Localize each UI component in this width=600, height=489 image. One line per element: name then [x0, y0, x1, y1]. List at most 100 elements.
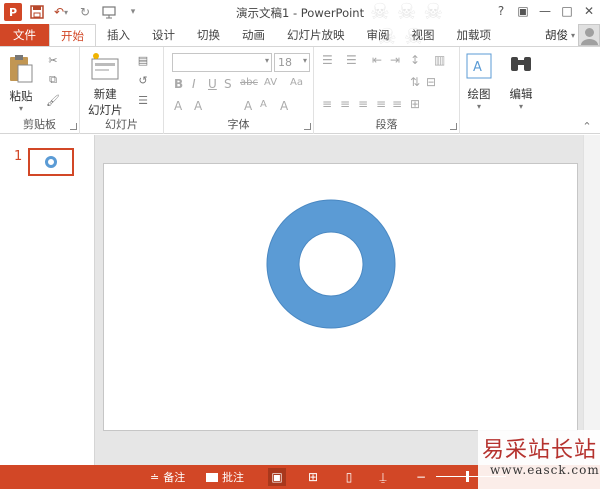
- tab-file[interactable]: 文件: [0, 24, 49, 46]
- present-icon[interactable]: [100, 3, 118, 21]
- tab-addins[interactable]: 加载项: [446, 24, 503, 46]
- normal-view-icon[interactable]: ▣: [268, 468, 286, 486]
- chevron-down-icon: ▾: [570, 30, 575, 40]
- highlight-icon[interactable]: A: [194, 99, 202, 113]
- maximize-icon[interactable]: □: [558, 2, 576, 20]
- zoom-slider-thumb[interactable]: [466, 471, 469, 482]
- decrease-font-icon[interactable]: A: [260, 99, 267, 110]
- underline-icon[interactable]: U: [208, 77, 217, 91]
- comments-button[interactable]: 批注: [206, 469, 244, 485]
- quick-access-toolbar: P ↶ ▾ ↻ ▾: [4, 3, 142, 21]
- window-controls: ? ▣ — □ ✕: [492, 2, 598, 20]
- clipboard-launcher-icon[interactable]: [70, 123, 77, 130]
- slideshow-view-icon[interactable]: ⍊: [374, 468, 392, 486]
- justify-icon[interactable]: ≡: [376, 97, 386, 111]
- copy-icon[interactable]: ⧉: [46, 73, 60, 87]
- character-spacing-icon[interactable]: AV: [264, 77, 277, 88]
- help-icon[interactable]: ?: [492, 2, 510, 20]
- tab-review[interactable]: 审阅: [356, 24, 401, 46]
- tab-insert[interactable]: 插入: [96, 24, 141, 46]
- paste-icon: [6, 53, 36, 85]
- align-left-icon[interactable]: ≡: [322, 97, 332, 111]
- tab-design[interactable]: 设计: [141, 24, 186, 46]
- shadow-icon[interactable]: S: [224, 77, 232, 91]
- editing-button[interactable]: 编辑 ▾: [506, 51, 536, 111]
- font-launcher-icon[interactable]: [304, 123, 311, 130]
- strikethrough-icon[interactable]: abc: [240, 77, 258, 88]
- close-icon[interactable]: ✕: [580, 2, 598, 20]
- collapse-ribbon-icon[interactable]: ⌃: [580, 119, 594, 133]
- watermark-url: www.easck.com: [490, 463, 600, 477]
- slide[interactable]: [103, 163, 578, 431]
- ribbon: 粘贴 ▾ ✂ ⧉ 🖌 剪贴板 新建 幻灯片 ▤ ↺ ☰ 幻灯片 ▾ 18 ▾ B…: [0, 46, 600, 134]
- align-center-icon[interactable]: ≡: [340, 97, 350, 111]
- clear-formatting-icon[interactable]: A: [280, 99, 288, 113]
- smartart-icon[interactable]: ⊞: [410, 97, 420, 111]
- change-case-icon[interactable]: Aa: [290, 77, 303, 88]
- tab-animations[interactable]: 动画: [231, 24, 276, 46]
- comments-label: 批注: [222, 471, 244, 484]
- donut-shape[interactable]: [266, 199, 396, 329]
- binoculars-icon: [506, 51, 536, 83]
- redo-icon[interactable]: ↻: [76, 3, 94, 21]
- thumbnail-donut-shape: [45, 156, 57, 168]
- slides-group: 新建 幻灯片 ▤ ↺ ☰ 幻灯片: [80, 47, 164, 134]
- tab-home[interactable]: 开始: [49, 24, 96, 46]
- decrease-indent-icon[interactable]: ⇤: [372, 53, 382, 67]
- user-account[interactable]: 胡俊 ▾: [545, 24, 600, 46]
- slide-shape-layer: [266, 199, 396, 329]
- notes-label: 备注: [163, 471, 186, 484]
- bold-icon[interactable]: B: [174, 77, 183, 91]
- columns-icon[interactable]: ▥: [434, 53, 445, 67]
- font-size-combo[interactable]: 18 ▾: [274, 53, 310, 72]
- font-size-value: 18: [278, 56, 292, 69]
- paste-button[interactable]: 粘贴 ▾: [6, 53, 36, 113]
- numbering-icon[interactable]: ☰: [346, 53, 357, 67]
- editing-canvas: [95, 135, 600, 465]
- shapes-icon: A: [464, 51, 494, 83]
- customize-icon[interactable]: ▾: [124, 3, 142, 21]
- reset-icon[interactable]: ↺: [136, 73, 150, 87]
- tab-slideshow[interactable]: 幻灯片放映: [276, 24, 356, 46]
- tab-view[interactable]: 视图: [401, 24, 446, 46]
- format-painter-icon[interactable]: 🖌: [46, 93, 60, 107]
- zoom-out-icon[interactable]: −: [412, 468, 430, 486]
- slide-thumbnail[interactable]: [28, 148, 74, 176]
- font-group: ▾ 18 ▾ B I U S abc AV Aa A A A A A 字体: [164, 47, 314, 134]
- minimize-icon[interactable]: —: [536, 2, 554, 20]
- notes-icon: ≐: [150, 470, 160, 484]
- text-direction-icon[interactable]: ⇅: [410, 75, 420, 89]
- undo-icon[interactable]: ↶ ▾: [52, 3, 70, 21]
- line-spacing-icon[interactable]: ↕: [410, 53, 420, 67]
- reading-view-icon[interactable]: ▯: [340, 468, 358, 486]
- font-color-icon[interactable]: A: [174, 99, 182, 113]
- clipboard-group-label: 剪贴板: [23, 118, 56, 131]
- paragraph-group-label: 段落: [375, 118, 398, 131]
- increase-indent-icon[interactable]: ⇥: [390, 53, 400, 67]
- tab-transitions[interactable]: 切换: [186, 24, 231, 46]
- notes-button[interactable]: ≐ 备注: [150, 469, 185, 485]
- layout-icon[interactable]: ▤: [136, 53, 150, 67]
- new-slide-button[interactable]: 新建 幻灯片: [88, 51, 123, 118]
- distributed-icon[interactable]: ≡: [392, 97, 402, 111]
- italic-icon[interactable]: I: [192, 77, 196, 91]
- save-icon[interactable]: [28, 3, 46, 21]
- vertical-scrollbar[interactable]: [583, 135, 600, 465]
- section-icon[interactable]: ☰: [136, 93, 150, 107]
- svg-text:A: A: [473, 60, 482, 75]
- paragraph-launcher-icon[interactable]: [450, 123, 457, 130]
- font-name-combo[interactable]: ▾: [172, 53, 272, 72]
- paragraph-group: ☰ ☰ ⇤ ⇥ ↕ ▥ ⇅ ⊟ ⊞ ≡ ≡ ≡ ≡ ≡ 段落: [314, 47, 460, 134]
- slide-sorter-icon[interactable]: ⊞: [304, 468, 322, 486]
- align-right-icon[interactable]: ≡: [358, 97, 368, 111]
- avatar: [578, 24, 600, 46]
- align-text-icon[interactable]: ⊟: [426, 75, 436, 89]
- ribbon-display-options-icon[interactable]: ▣: [514, 2, 532, 20]
- new-slide-label-1: 新建: [93, 87, 117, 101]
- bullets-icon[interactable]: ☰: [322, 53, 333, 67]
- cut-icon[interactable]: ✂: [46, 53, 60, 67]
- drawing-button[interactable]: A 绘图 ▾: [464, 51, 494, 111]
- chevron-down-icon: ▾: [518, 102, 523, 111]
- increase-font-icon[interactable]: A: [244, 99, 252, 113]
- ribbon-tabs: 文件 开始 插入 设计 切换 动画 幻灯片放映 审阅 视图 加载项: [0, 24, 600, 46]
